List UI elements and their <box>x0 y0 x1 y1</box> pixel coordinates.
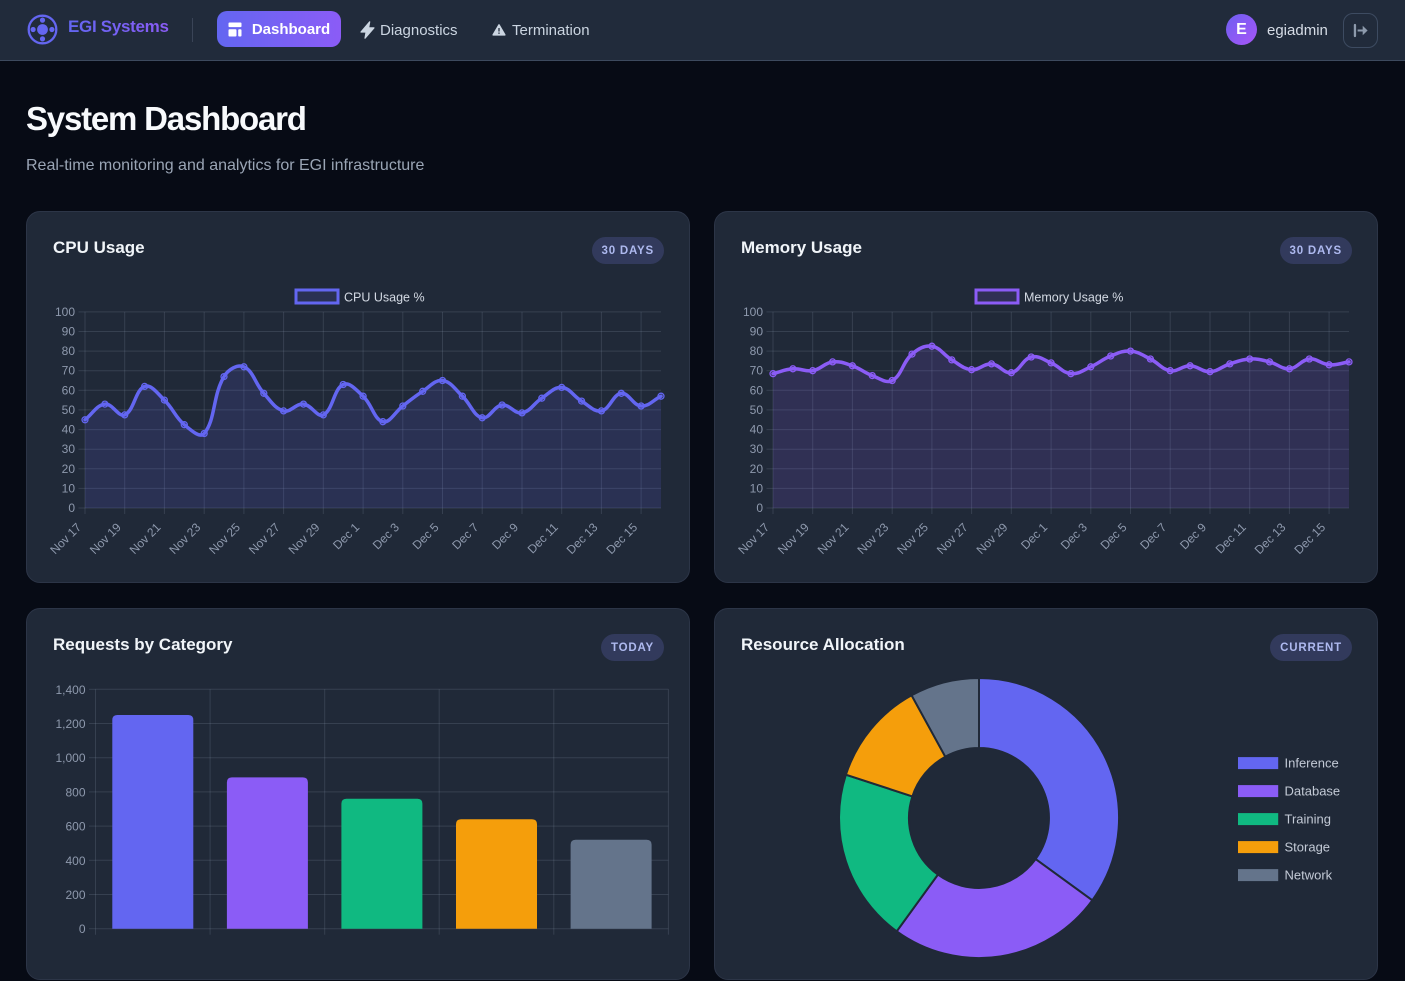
svg-text:Memory Usage %: Memory Usage % <box>1024 291 1123 305</box>
svg-text:Dec 15: Dec 15 <box>603 520 640 557</box>
svg-text:Nov 29: Nov 29 <box>286 520 323 557</box>
svg-text:Dec 15: Dec 15 <box>1291 520 1328 557</box>
svg-text:Dec 9: Dec 9 <box>1177 520 1209 552</box>
svg-text:Dec 3: Dec 3 <box>1058 520 1090 552</box>
svg-text:10: 10 <box>62 481 76 495</box>
svg-text:Dec 5: Dec 5 <box>1098 520 1130 552</box>
svg-text:20: 20 <box>750 462 764 476</box>
svg-text:Dec 3: Dec 3 <box>370 520 402 552</box>
svg-text:50: 50 <box>750 403 764 417</box>
svg-text:Dec 5: Dec 5 <box>410 520 442 552</box>
svg-text:80: 80 <box>62 344 76 358</box>
svg-text:Nov 21: Nov 21 <box>815 520 852 557</box>
svg-text:Nov 29: Nov 29 <box>974 520 1011 557</box>
svg-text:10: 10 <box>750 481 764 495</box>
svg-text:60: 60 <box>750 383 764 397</box>
svg-text:1,400: 1,400 <box>55 683 85 697</box>
svg-text:Dec 11: Dec 11 <box>525 520 561 556</box>
svg-text:1,200: 1,200 <box>55 717 85 731</box>
svg-text:40: 40 <box>750 423 764 437</box>
svg-text:90: 90 <box>62 325 76 339</box>
svg-text:Nov 19: Nov 19 <box>775 520 812 557</box>
svg-text:70: 70 <box>62 364 76 378</box>
svg-text:Nov 21: Nov 21 <box>127 520 164 557</box>
svg-text:Training: Training <box>1285 812 1331 827</box>
svg-text:Dec 1: Dec 1 <box>330 520 362 552</box>
svg-text:60: 60 <box>62 383 76 397</box>
svg-text:Database: Database <box>1285 784 1341 799</box>
svg-text:Nov 27: Nov 27 <box>246 520 283 557</box>
svg-text:Dec 1: Dec 1 <box>1018 520 1050 552</box>
svg-text:40: 40 <box>62 423 76 437</box>
svg-text:70: 70 <box>750 364 764 378</box>
svg-text:Nov 25: Nov 25 <box>206 520 243 557</box>
svg-text:0: 0 <box>68 501 75 515</box>
svg-text:0: 0 <box>79 922 86 936</box>
svg-text:1,000: 1,000 <box>55 751 85 765</box>
svg-text:800: 800 <box>65 785 85 799</box>
svg-text:Nov 17: Nov 17 <box>47 520 84 557</box>
svg-text:80: 80 <box>750 344 764 358</box>
svg-text:20: 20 <box>62 462 76 476</box>
svg-text:Nov 23: Nov 23 <box>167 520 204 557</box>
svg-text:Nov 19: Nov 19 <box>87 520 124 557</box>
svg-text:100: 100 <box>55 305 75 319</box>
svg-text:Network: Network <box>1285 868 1333 883</box>
svg-text:90: 90 <box>750 325 764 339</box>
svg-text:Dec 7: Dec 7 <box>449 520 481 552</box>
svg-text:CPU Usage %: CPU Usage % <box>344 291 425 305</box>
svg-text:400: 400 <box>65 854 85 868</box>
svg-text:Dec 13: Dec 13 <box>1252 520 1289 557</box>
svg-text:Nov 23: Nov 23 <box>855 520 892 557</box>
svg-text:Storage: Storage <box>1285 840 1331 855</box>
svg-text:Nov 27: Nov 27 <box>934 520 971 557</box>
svg-text:Inference: Inference <box>1285 756 1339 771</box>
svg-text:Nov 17: Nov 17 <box>735 520 772 557</box>
svg-text:30: 30 <box>62 442 76 456</box>
svg-text:100: 100 <box>743 305 763 319</box>
svg-text:0: 0 <box>756 501 763 515</box>
svg-text:600: 600 <box>65 820 85 834</box>
svg-text:Dec 7: Dec 7 <box>1137 520 1169 552</box>
svg-text:50: 50 <box>62 403 76 417</box>
svg-text:Nov 25: Nov 25 <box>894 520 931 557</box>
svg-text:Dec 9: Dec 9 <box>489 520 521 552</box>
svg-text:Dec 13: Dec 13 <box>564 520 601 557</box>
svg-text:Dec 11: Dec 11 <box>1213 520 1249 556</box>
svg-text:30: 30 <box>750 442 764 456</box>
svg-text:200: 200 <box>65 888 85 902</box>
